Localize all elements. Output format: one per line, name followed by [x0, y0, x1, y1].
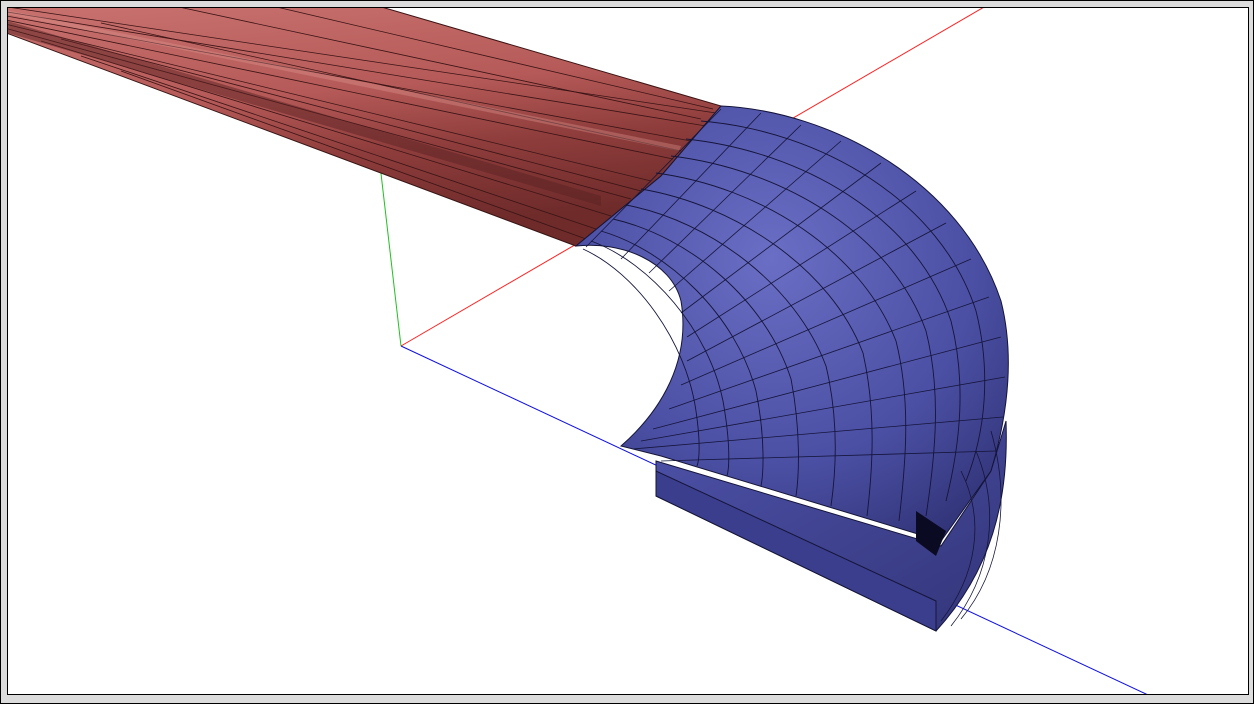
- application-window: [0, 0, 1254, 704]
- 3d-viewport[interactable]: [7, 7, 1249, 695]
- straight-moulding-section[interactable]: [7, 7, 722, 247]
- viewport-canvas[interactable]: [7, 7, 1249, 695]
